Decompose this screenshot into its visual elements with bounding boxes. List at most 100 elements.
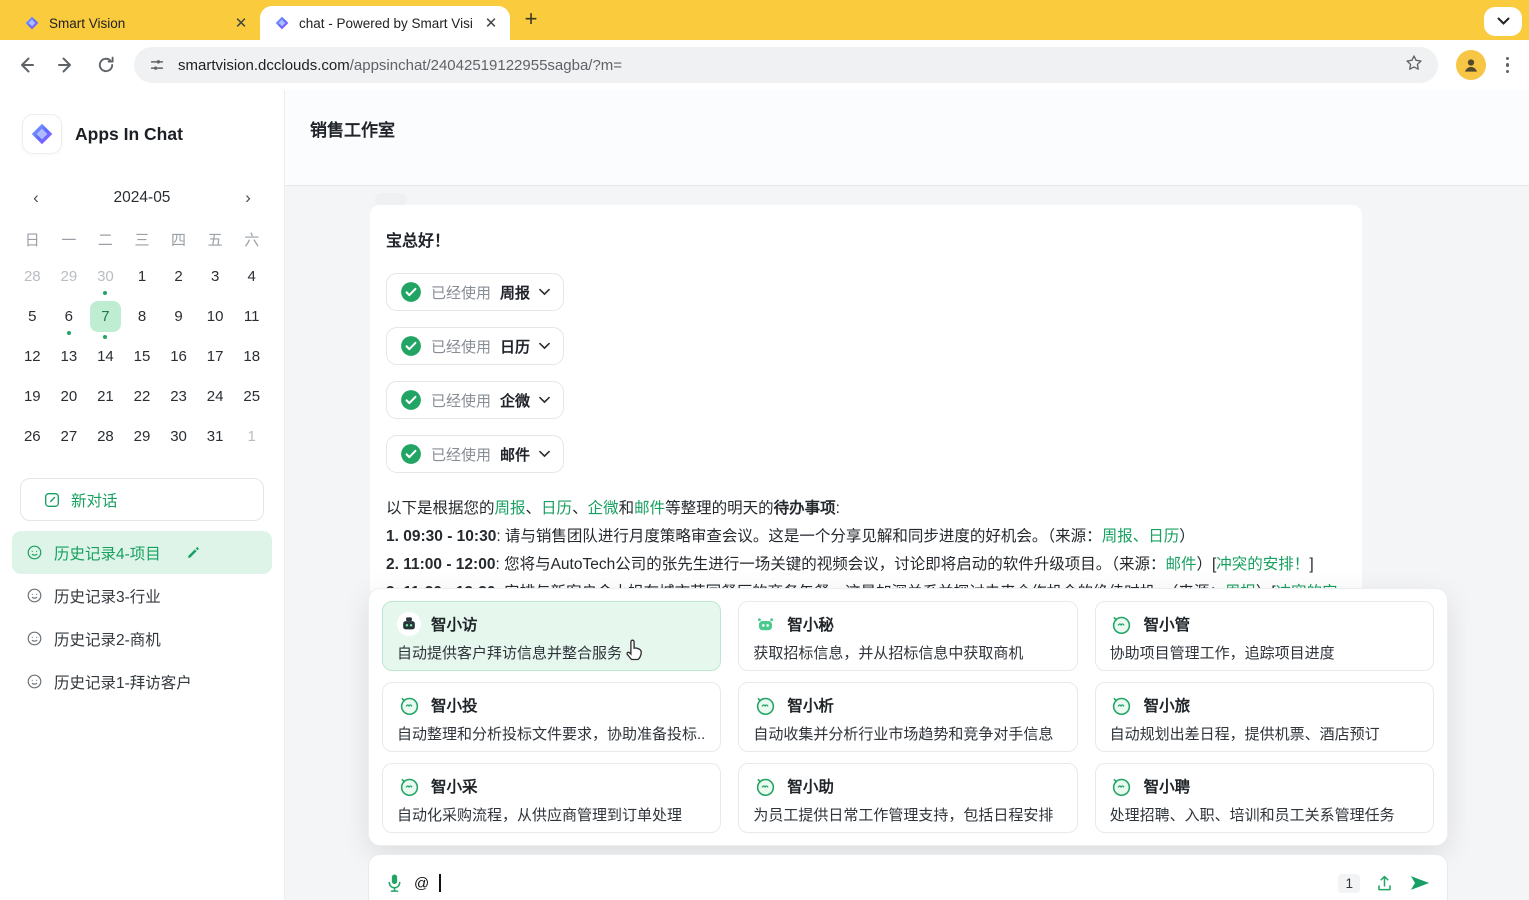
chevron-down-icon bbox=[1497, 17, 1510, 26]
chat-input-bar[interactable]: @ 1 bbox=[368, 854, 1448, 900]
calendar-day[interactable]: 22 bbox=[124, 376, 161, 416]
calendar-day[interactable]: 15 bbox=[124, 336, 161, 376]
calendar-day[interactable]: 9 bbox=[160, 296, 197, 336]
calendar-day-selected[interactable]: 7 bbox=[90, 301, 121, 332]
source-link[interactable]: 日历 bbox=[541, 500, 572, 517]
tab-smart-vision[interactable]: Smart Vision ✕ bbox=[10, 6, 260, 40]
tab-chat[interactable]: chat - Powered by Smart Visi ✕ bbox=[260, 6, 510, 40]
calendar-day[interactable]: 29 bbox=[124, 416, 161, 456]
calendar-day[interactable]: 5 bbox=[14, 296, 51, 336]
calendar-day[interactable]: 30 bbox=[87, 256, 124, 296]
calendar-day[interactable]: 1 bbox=[124, 256, 161, 296]
source-link[interactable]: 邮件 bbox=[634, 500, 665, 517]
agent-card-zhixiaocai[interactable]: 智小采 自动化采购流程，从供应商管理到订单处理 bbox=[382, 763, 721, 833]
new-tab-button[interactable]: + bbox=[518, 6, 544, 32]
agent-card-zhixiaozhu[interactable]: 智小助 为员工提供日常工作管理支持，包括日程安排 bbox=[738, 763, 1077, 833]
new-chat-label: 新对话 bbox=[71, 489, 118, 511]
forward-button[interactable] bbox=[48, 47, 84, 83]
robot-icon bbox=[1110, 693, 1134, 717]
greeting-text: 宝总好！ bbox=[386, 227, 1346, 251]
back-button[interactable] bbox=[8, 47, 44, 83]
calendar-day[interactable]: 18 bbox=[233, 336, 270, 376]
source-link[interactable]: 周报 bbox=[495, 500, 526, 517]
calendar-day[interactable]: 21 bbox=[87, 376, 124, 416]
send-icon[interactable] bbox=[1409, 873, 1431, 893]
calendar-day[interactable]: 25 bbox=[233, 376, 270, 416]
chevron-down-icon bbox=[539, 396, 550, 404]
history-item-4[interactable]: 历史记录4-项目 bbox=[12, 531, 272, 574]
new-note-icon bbox=[43, 491, 61, 509]
history-item-1[interactable]: 历史记录1-拜访客户 bbox=[12, 660, 272, 703]
calendar-day[interactable]: 31 bbox=[197, 416, 234, 456]
used-tool-weekly-report[interactable]: 已经使用 周报 bbox=[386, 273, 564, 311]
calendar-day[interactable]: 10 bbox=[197, 296, 234, 336]
calendar-day[interactable]: 28 bbox=[87, 416, 124, 456]
tab-search-button[interactable] bbox=[1484, 7, 1522, 36]
new-chat-button[interactable]: 新对话 bbox=[20, 478, 264, 521]
upload-icon[interactable] bbox=[1375, 874, 1394, 893]
agent-card-zhixiaofang[interactable]: 智小访 自动提供客户拜访信息并整合服务 bbox=[382, 601, 721, 671]
browser-menu-button[interactable] bbox=[1498, 57, 1518, 74]
calendar-day[interactable]: 30 bbox=[160, 416, 197, 456]
agent-card-zhixiaotou[interactable]: 智小投 自动整理和分析投标文件要求，协助准备投标... bbox=[382, 682, 721, 752]
tab-close-icon[interactable]: ✕ bbox=[482, 14, 500, 32]
source-link[interactable]: 周报、日历 bbox=[1102, 528, 1180, 545]
todo-intro-line: 以下是根据您的周报、日历、企微和邮件等整理的明天的待办事项: bbox=[386, 495, 1346, 523]
main-panel: 销售工作室 宝总好！ 已经使用 周报 已经使用 日历 bbox=[285, 90, 1529, 900]
bookmark-star-icon[interactable] bbox=[1404, 53, 1424, 77]
chat-input-value[interactable]: @ bbox=[414, 875, 429, 892]
agent-card-zhixiaoguan[interactable]: 智小管 协助项目管理工作，追踪项目进度 bbox=[1095, 601, 1434, 671]
calendar-day[interactable]: 11 bbox=[233, 296, 270, 336]
calendar-day[interactable]: 13 bbox=[51, 336, 88, 376]
used-tool-wecom[interactable]: 已经使用 企微 bbox=[386, 381, 564, 419]
agent-card-zhixiaoxi[interactable]: 智小析 自动收集并分析行业市场趋势和竞争对手信息 bbox=[738, 682, 1077, 752]
calendar-day[interactable]: 2 bbox=[160, 256, 197, 296]
calendar-day[interactable]: 12 bbox=[14, 336, 51, 376]
tab-title: chat - Powered by Smart Visi bbox=[299, 16, 473, 31]
input-actions: 1 bbox=[1338, 873, 1431, 893]
agent-card-zhixiaolv[interactable]: 智小旅 自动规划出差日程，提供机票、酒店预订 bbox=[1095, 682, 1434, 752]
history-item-3[interactable]: 历史记录3-行业 bbox=[12, 574, 272, 617]
edit-pencil-icon[interactable] bbox=[186, 545, 201, 560]
calendar-day[interactable]: 16 bbox=[160, 336, 197, 376]
calendar-day[interactable]: 4 bbox=[233, 256, 270, 296]
site-settings-icon bbox=[148, 56, 166, 74]
calendar-day[interactable]: 28 bbox=[14, 256, 51, 296]
calendar-day[interactable]: 17 bbox=[197, 336, 234, 376]
calendar-day[interactable]: 14 bbox=[87, 336, 124, 376]
calendar-day[interactable]: 20 bbox=[51, 376, 88, 416]
microphone-icon[interactable] bbox=[385, 873, 404, 894]
todo-item-2: 2. 11:00 - 12:00: 您将与AutoTech公司的张先生进行一场关… bbox=[386, 551, 1346, 579]
calendar-day[interactable]: 3 bbox=[197, 256, 234, 296]
history-item-2[interactable]: 历史记录2-商机 bbox=[12, 617, 272, 660]
robot-icon bbox=[1110, 612, 1134, 636]
calendar-prev-button[interactable]: ‹ bbox=[26, 188, 46, 208]
calendar-day[interactable]: 19 bbox=[14, 376, 51, 416]
calendar-day[interactable]: 1 bbox=[233, 416, 270, 456]
calendar-day[interactable]: 26 bbox=[14, 416, 51, 456]
address-bar[interactable]: smartvision.dcclouds.com/appsinchat/2404… bbox=[134, 47, 1438, 83]
tab-close-icon[interactable]: ✕ bbox=[232, 14, 250, 32]
history-item-label: 历史记录2-商机 bbox=[54, 628, 161, 650]
agent-card-zhixiaopin[interactable]: 智小聘 处理招聘、入职、培训和员工关系管理任务 bbox=[1095, 763, 1434, 833]
source-link[interactable]: 企微 bbox=[588, 500, 619, 517]
calendar-day[interactable]: 27 bbox=[51, 416, 88, 456]
source-link[interactable]: 邮件 bbox=[1165, 556, 1196, 573]
calendar-day[interactable]: 23 bbox=[160, 376, 197, 416]
calendar-next-button[interactable]: › bbox=[238, 188, 258, 208]
used-tool-email[interactable]: 已经使用 邮件 bbox=[386, 435, 564, 473]
calendar-day[interactable]: 29 bbox=[51, 256, 88, 296]
used-tool-calendar[interactable]: 已经使用 日历 bbox=[386, 327, 564, 365]
profile-avatar[interactable] bbox=[1456, 50, 1486, 80]
calendar-day[interactable]: 8 bbox=[124, 296, 161, 336]
agent-card-zhixiaomi[interactable]: 智小秘 获取招标信息，并从招标信息中获取商机 bbox=[738, 601, 1077, 671]
agent-mention-popup: 智小访 自动提供客户拜访信息并整合服务 智小秘 获取招标信息，并从招标信息中获取… bbox=[368, 588, 1448, 846]
calendar-day[interactable]: 24 bbox=[197, 376, 234, 416]
reload-icon bbox=[96, 55, 116, 75]
reload-button[interactable] bbox=[88, 47, 124, 83]
history-list: 历史记录4-项目 历史记录3-行业 历史记录2-商机 历史记录1-拜访客户 bbox=[12, 531, 272, 703]
text-caret bbox=[439, 874, 441, 892]
calendar-day[interactable]: 6 bbox=[51, 296, 88, 336]
weekday-label: 日 bbox=[14, 222, 51, 256]
conflict-flag[interactable]: 冲突的安排！ bbox=[1216, 556, 1309, 573]
